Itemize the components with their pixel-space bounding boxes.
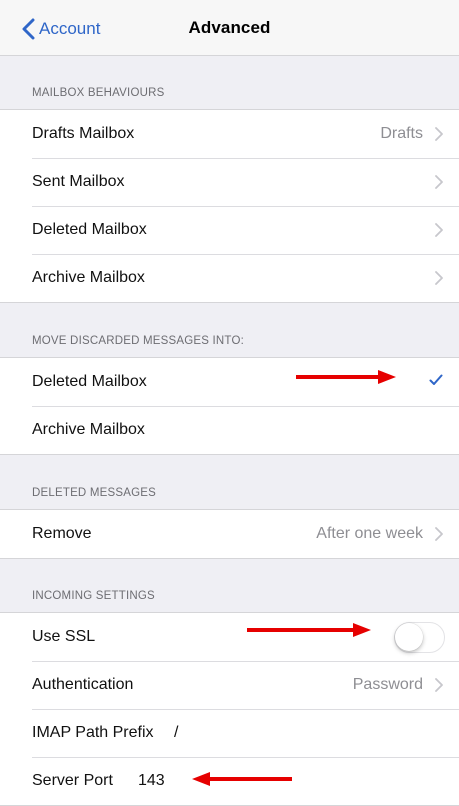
row-deleted-mailbox[interactable]: Deleted Mailbox	[0, 206, 459, 254]
row-drafts-mailbox[interactable]: Drafts Mailbox Drafts	[0, 110, 459, 158]
row-authentication[interactable]: Authentication Password	[0, 661, 459, 709]
row-move-to-archive-mailbox[interactable]: Archive Mailbox	[0, 406, 459, 454]
navigation-bar: Account Advanced	[0, 0, 459, 56]
row-label: Server Port	[32, 772, 113, 789]
row-use-ssl: Use SSL	[0, 613, 459, 661]
server-port-field[interactable]: 143	[138, 772, 165, 790]
row-label: Sent Mailbox	[32, 173, 125, 190]
toggle-knob	[395, 623, 423, 651]
chevron-right-icon	[435, 223, 443, 237]
row-label: Deleted Mailbox	[32, 373, 147, 390]
row-label: Use SSL	[32, 628, 96, 645]
page-title: Advanced	[188, 18, 271, 37]
row-value: After one week	[316, 525, 423, 542]
row-sent-mailbox[interactable]: Sent Mailbox	[0, 158, 459, 206]
row-label: Drafts Mailbox	[32, 125, 135, 142]
row-label: Archive Mailbox	[32, 269, 145, 286]
chevron-right-icon	[435, 678, 443, 692]
annotation-arrow-icon	[296, 370, 396, 384]
annotation-arrow-icon	[247, 623, 371, 637]
row-label: Remove	[32, 525, 92, 542]
row-label: IMAP Path Prefix	[32, 724, 154, 741]
chevron-right-icon	[435, 175, 443, 189]
section-header-mailbox-behaviours: MAILBOX BEHAVIOURS	[32, 87, 165, 99]
section-header-incoming-settings: INCOMING SETTINGS	[32, 590, 155, 602]
annotation-arrow-icon	[192, 772, 292, 786]
imap-path-prefix-field[interactable]: /	[174, 724, 178, 742]
section-header-deleted-messages: DELETED MESSAGES	[32, 487, 156, 499]
row-label: Authentication	[32, 676, 134, 693]
chevron-right-icon	[435, 127, 443, 141]
chevron-right-icon	[435, 271, 443, 285]
row-value: Drafts	[380, 125, 423, 142]
section-header-move-discarded: MOVE DISCARDED MESSAGES INTO:	[32, 335, 244, 347]
row-remove[interactable]: Remove After one week	[0, 510, 459, 558]
deleted-messages-group: Remove After one week	[0, 509, 459, 559]
row-label: Deleted Mailbox	[32, 221, 147, 238]
row-archive-mailbox[interactable]: Archive Mailbox	[0, 254, 459, 302]
row-label: Archive Mailbox	[32, 421, 145, 438]
checkmark-icon	[429, 374, 443, 385]
mailbox-behaviours-group: Drafts Mailbox Drafts Sent Mailbox Delet…	[0, 109, 459, 303]
row-imap-path-prefix[interactable]: IMAP Path Prefix /	[0, 709, 459, 757]
row-value: Password	[352, 676, 423, 693]
use-ssl-toggle[interactable]	[394, 622, 445, 653]
chevron-right-icon	[435, 527, 443, 541]
